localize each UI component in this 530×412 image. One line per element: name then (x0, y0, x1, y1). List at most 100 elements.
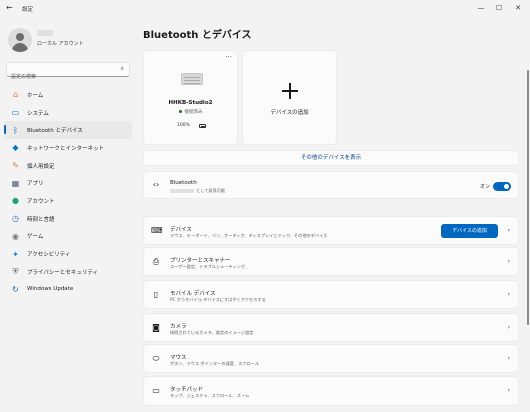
add-device-label: デバイスの追加 (270, 110, 309, 116)
search-box[interactable]: ⌕ (6, 62, 130, 83)
bluetooth-icon: ‹› (152, 180, 160, 189)
row-title: デバイス (170, 227, 192, 233)
connected-dot-icon (178, 110, 182, 113)
row-title: カメラ (170, 324, 187, 330)
bluetooth-toggle-label: オン (479, 184, 490, 190)
sidebar-item-label: アカウント (27, 198, 55, 205)
camera-icon: ◙ (152, 322, 160, 332)
sidebar-item[interactable]: ▭ システム (4, 104, 132, 122)
update-icon: ↻ (12, 284, 19, 294)
person-icon: ● (12, 196, 19, 206)
sidebar-item-label: Bluetooth とデバイス (27, 128, 83, 135)
sidebar-item[interactable]: ↻ Windows Update (4, 281, 132, 299)
sidebar: ローカル アカウント ⌕ ⌂ ホーム ▭ システム ᛒ Bluetooth とデバイス ◆ ネ… (0, 18, 138, 412)
sidebar-item[interactable]: ● アカウント (4, 192, 132, 210)
row-title: タッチパッド (170, 387, 204, 393)
sidebar-item-label: 時刻と言語 (27, 216, 55, 223)
scrollbar[interactable] (527, 70, 529, 325)
sidebar-item[interactable]: ✎ 個人用設定 (4, 157, 132, 175)
avatar[interactable] (8, 28, 32, 52)
device-status-text: 接続済み (184, 110, 203, 115)
sidebar-item-label: Windows Update (27, 286, 74, 293)
row-subtitle: タップ、ジェスチャ、スクロール、ズーム (170, 393, 250, 398)
settings-row[interactable]: ⬭ マウス ボタン、マウス ポインターの速度、スクロール › (143, 344, 519, 373)
shield-icon: ⛨ (12, 267, 19, 277)
back-button[interactable]: ← (6, 3, 13, 12)
sidebar-item[interactable]: ⌂ ホーム (4, 86, 132, 104)
row-subtitle: PC からモバイル デバイスにすばやくアクセスする (170, 297, 266, 302)
brush-icon: ✎ (12, 161, 19, 171)
keyboard-icon (181, 73, 203, 85)
settings-row[interactable]: ⎙ プリンターとスキャナー ユーザー設定、トラブルシューティング › (143, 247, 519, 276)
wifi-icon: ◆ (12, 143, 19, 153)
row-title: マウス (170, 355, 187, 361)
sidebar-item[interactable]: ▦ アプリ (4, 174, 132, 192)
bluetooth-subtitle: として発見可能 (170, 188, 225, 194)
apps-icon: ▦ (11, 178, 20, 188)
row-subtitle: ユーザー設定、トラブルシューティング (170, 264, 246, 269)
add-device-card[interactable]: デバイスの追加 (242, 50, 337, 145)
bluetooth-row: ‹› Bluetooth として発見可能 オン (143, 171, 519, 199)
title-bar: ← 設定 — ☐ ✕ (0, 0, 530, 18)
touchpad-icon: ▭ (152, 386, 160, 395)
sidebar-item[interactable]: ◉ ゲーム (4, 228, 132, 246)
sidebar-item[interactable]: ✦ アクセシビリティ (4, 245, 132, 263)
row-subtitle: 接続されているカメラ、既定のイメージ設定 (170, 330, 254, 335)
sidebar-item[interactable]: ◆ ネットワークとインターネット (4, 139, 132, 157)
nav-list: ⌂ ホーム ▭ システム ᛒ Bluetooth とデバイス ◆ ネットワークとインターネット… (4, 86, 132, 298)
discoverable-text: として発見可能 (196, 188, 226, 193)
add-device-button[interactable]: デバイスの追加 (441, 224, 498, 238)
bluetooth-toggle[interactable] (493, 182, 511, 191)
row-title: プリンターとスキャナー (170, 258, 231, 264)
account-name-redacted (37, 30, 53, 36)
minimize-button[interactable]: — (473, 2, 489, 14)
row-subtitle: マウス、キーボード、ペン、オーディオ、ディスプレイとドック、その他のデバイス (170, 233, 328, 238)
devices-icon: ⌨ (151, 225, 163, 235)
settings-row[interactable]: ◙ カメラ 接続されているカメラ、既定のイメージ設定 › (143, 313, 519, 342)
monitor-icon: ▭ (11, 108, 20, 118)
chevron-right-icon: › (507, 323, 510, 331)
search-icon[interactable]: ⌕ (121, 65, 124, 73)
account-type: ローカル アカウント (37, 41, 84, 47)
sidebar-item[interactable]: ⛨ プライバシーとセキュリティ (4, 263, 132, 281)
globe-clock-icon: ◷ (12, 214, 19, 224)
close-button[interactable]: ✕ (510, 2, 526, 14)
sidebar-item-label: プライバシーとセキュリティ (27, 269, 99, 276)
maximize-button[interactable]: ☐ (491, 2, 507, 14)
device-name-redacted (170, 189, 194, 193)
page-title: Bluetooth とデバイス (143, 30, 252, 41)
mouse-icon: ⬭ (152, 353, 160, 363)
row-subtitle: ボタン、マウス ポインターの速度、スクロール (170, 361, 260, 366)
settings-row[interactable]: ⌨ デバイス マウス、キーボード、ペン、オーディオ、ディスプレイとドック、その他のデ… (143, 216, 519, 245)
home-icon: ⌂ (12, 90, 19, 100)
sidebar-item[interactable]: ◷ 時刻と言語 (4, 210, 132, 228)
bluetooth-icon: ᛒ (13, 125, 18, 135)
device-card[interactable]: ··· HHKB-Studio2 接続済み 100% (143, 50, 238, 145)
device-status: 接続済み (144, 109, 237, 115)
sidebar-item[interactable]: ᛒ Bluetooth とデバイス (4, 121, 132, 140)
sidebar-item-label: ホーム (27, 92, 44, 99)
device-name: HHKB-Studio2 (168, 100, 213, 106)
battery-icon (199, 124, 206, 128)
show-more-devices-link[interactable]: その他のデバイスを表示 (143, 150, 519, 166)
chevron-right-icon: › (507, 354, 510, 362)
chevron-right-icon: › (507, 226, 510, 234)
search-input[interactable] (7, 71, 107, 83)
plus-icon (282, 83, 298, 99)
gamepad-icon: ◉ (12, 231, 19, 241)
battery-level: 100% (177, 123, 190, 128)
chevron-right-icon: › (507, 387, 510, 394)
chevron-right-icon: › (507, 290, 510, 298)
settings-row[interactable]: ▭ タッチパッド タップ、ジェスチャ、スクロール、ズーム › (143, 376, 519, 406)
accessibility-icon: ✦ (12, 249, 19, 259)
more-options-button[interactable]: ··· (225, 53, 232, 61)
sidebar-item-label: ネットワークとインターネット (27, 145, 105, 152)
sidebar-item-label: ゲーム (27, 234, 44, 241)
phone-icon: ▯ (153, 289, 159, 299)
bluetooth-title: Bluetooth (170, 180, 197, 186)
sidebar-item-label: アプリ (27, 181, 44, 188)
sidebar-item-label: アクセシビリティ (27, 252, 71, 259)
printer-icon: ⎙ (152, 256, 160, 266)
window-title: 設定 (22, 7, 34, 13)
settings-row[interactable]: ▯ モバイル デバイス PC からモバイル デバイスにすばやくアクセスする › (143, 280, 519, 309)
